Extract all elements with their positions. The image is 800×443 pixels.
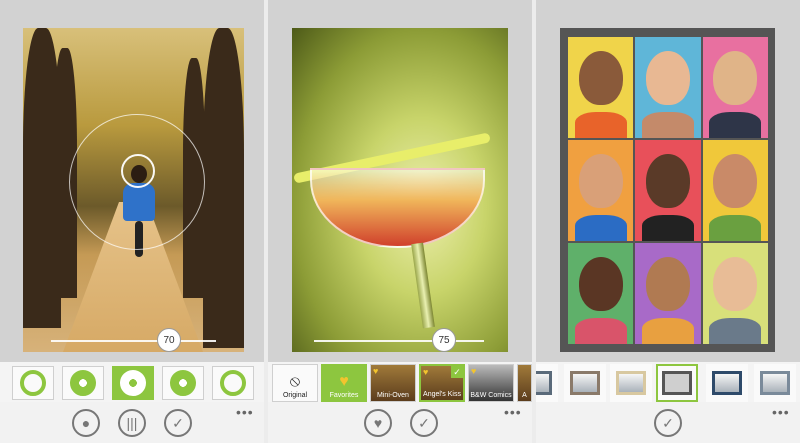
portrait-cell (635, 37, 701, 138)
app-screenshots: 70 ● ||| ✓ ••• 75 ⦸ Original ♥ Favorites… (0, 0, 800, 443)
heart-icon: ♥ (373, 415, 383, 431)
accept-button[interactable]: ✓ (164, 409, 192, 437)
more-options[interactable]: ••• (504, 404, 522, 420)
aperture-icon (170, 370, 196, 396)
record-button[interactable]: ● (72, 409, 100, 437)
portrait-cell (702, 243, 768, 344)
heart-icon: ♥ (373, 366, 379, 376)
filter-label: Original (282, 392, 308, 399)
heart-icon: ♥ (423, 367, 429, 377)
filter-original[interactable]: ⦸ Original (272, 364, 318, 402)
aperture-icon (70, 370, 96, 396)
accept-button[interactable]: ✓ (410, 409, 438, 437)
portrait-cell (568, 140, 634, 241)
portrait-cell (702, 37, 768, 138)
portrait-cell (568, 37, 634, 138)
aperture-tile-4[interactable] (162, 366, 204, 400)
frame-preview (560, 28, 775, 352)
filter-label: Favorites (329, 392, 359, 399)
portrait-grid (568, 37, 768, 344)
check-icon: ✓ (418, 414, 430, 431)
blur-slider-knob[interactable]: 70 (157, 328, 181, 352)
more-options[interactable]: ••• (236, 404, 254, 420)
portrait-cell (635, 243, 701, 344)
blur-slider-track[interactable] (51, 340, 216, 342)
no-filter-icon: ⦸ (289, 373, 301, 390)
filter-bars-icon: ||| (126, 415, 138, 431)
check-icon: ✓ (662, 414, 674, 431)
filter-label: Mini-Oven (377, 392, 409, 399)
aperture-icon (20, 370, 46, 396)
frame-tile-2[interactable] (564, 364, 606, 402)
app-bar (268, 402, 532, 443)
focus-point-ring[interactable] (121, 154, 155, 188)
filter-label: Angel's Kiss (423, 391, 461, 398)
intensity-slider-knob[interactable]: 75 (432, 328, 456, 352)
frame-tile-5[interactable] (706, 364, 748, 402)
aperture-icon (220, 370, 246, 396)
filter-label: A (522, 392, 527, 399)
filter-bw-comics[interactable]: ♥ B&W Comics (468, 364, 514, 402)
portrait-cell (568, 243, 634, 344)
check-icon: ✓ (451, 366, 463, 378)
accept-button[interactable]: ✓ (654, 409, 682, 437)
record-icon: ● (81, 415, 91, 431)
screen-filters: 75 ⦸ Original ♥ Favorites ♥ Mini-Oven ♥ … (268, 0, 532, 443)
heart-icon: ♥ (339, 373, 349, 390)
screen-focus-blur: 70 ● ||| ✓ ••• (0, 0, 264, 443)
tree-trunk (203, 28, 244, 348)
filter-favorites[interactable]: ♥ Favorites (321, 364, 367, 402)
frame-tile-4[interactable] (656, 364, 698, 402)
aperture-tile-1[interactable] (12, 366, 54, 400)
frame-tile-6[interactable] (754, 364, 796, 402)
screen-frames: ✓ ••• (536, 0, 800, 443)
aperture-tile-5[interactable] (212, 366, 254, 400)
favorite-button[interactable]: ♥ (364, 409, 392, 437)
cocktail-photo: 75 (292, 28, 508, 352)
heart-icon: ♥ (471, 366, 477, 376)
frame-tile-1[interactable] (536, 364, 558, 402)
filter-label: B&W Comics (470, 392, 512, 399)
aperture-tile-3[interactable] (112, 366, 154, 400)
aperture-tile-2[interactable] (62, 366, 104, 400)
portrait-cell (702, 140, 768, 241)
intensity-slider-track[interactable] (314, 340, 484, 342)
aperture-icon (120, 370, 146, 396)
more-options[interactable]: ••• (772, 404, 790, 420)
cocktail-glass (310, 168, 485, 248)
filter-partial[interactable]: A (517, 364, 532, 402)
filter-bars-button[interactable]: ||| (118, 409, 146, 437)
filter-mini-oven[interactable]: ♥ Mini-Oven (370, 364, 416, 402)
filter-angels-kiss[interactable]: ♥ ✓ Angel's Kiss (419, 364, 465, 402)
glass-stem (411, 242, 435, 329)
portrait-cell (635, 140, 701, 241)
tree-alley-photo[interactable]: 70 (23, 28, 244, 352)
frame-tile-3[interactable] (610, 364, 652, 402)
check-icon: ✓ (172, 414, 184, 431)
